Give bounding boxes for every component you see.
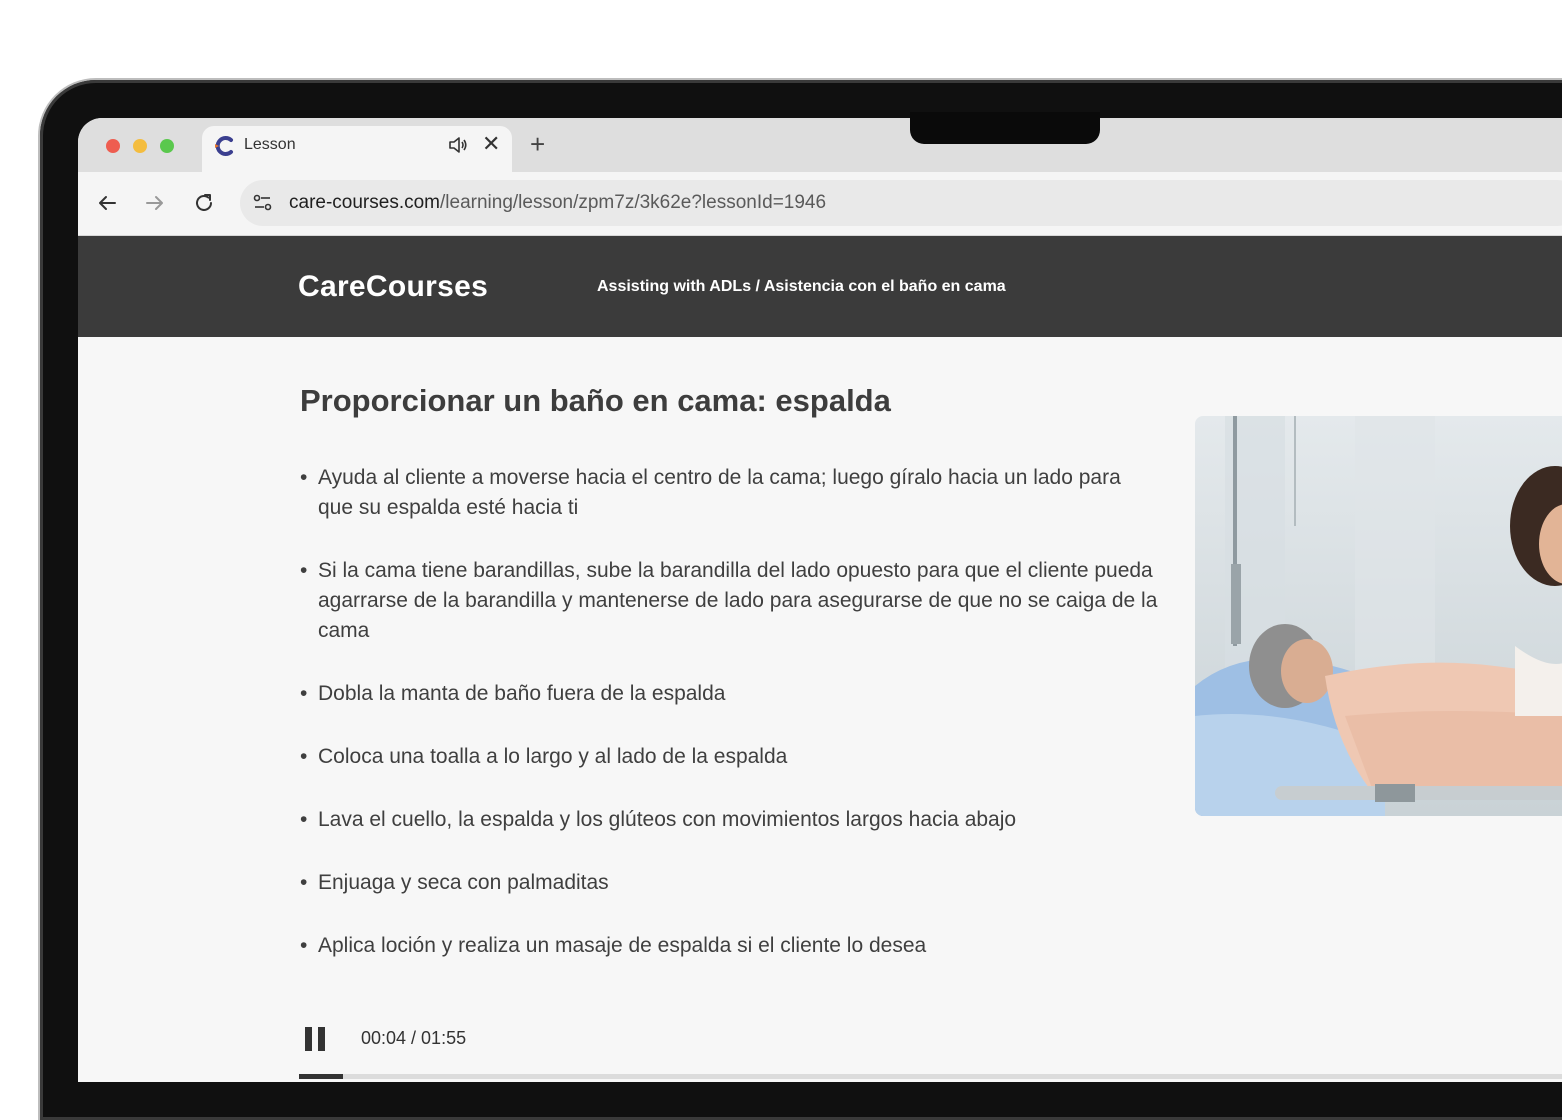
pause-icon xyxy=(305,1027,312,1051)
lesson-step: Enjuaga y seca con palmaditas xyxy=(300,868,1160,898)
lesson-photo xyxy=(1195,416,1562,816)
maximize-window-button[interactable] xyxy=(160,139,174,153)
close-tab-icon[interactable]: ✕ xyxy=(482,132,500,156)
camera-notch xyxy=(910,112,1100,144)
lesson-step: Si la cama tiene barandillas, sube la ba… xyxy=(300,556,1160,646)
caregiver-patient-illustration xyxy=(1195,416,1562,816)
forward-arrow-icon[interactable] xyxy=(144,192,166,214)
back-arrow-icon[interactable] xyxy=(96,192,118,214)
playback-progress-bar[interactable] xyxy=(299,1074,1562,1079)
carecourses-logo[interactable]: CareCourses xyxy=(298,270,488,304)
site-settings-icon[interactable] xyxy=(252,192,274,214)
url-host: care-courses.com xyxy=(289,192,440,213)
new-tab-button[interactable]: + xyxy=(530,130,545,158)
minimize-window-button[interactable] xyxy=(133,139,147,153)
lesson-step: Dobla la manta de baño fuera de la espal… xyxy=(300,679,1160,709)
lesson-step: Coloca una toalla a lo largo y al lado d… xyxy=(300,742,1160,772)
lesson-step: Ayuda al cliente a moverse hacia el cent… xyxy=(300,463,1160,523)
close-window-button[interactable] xyxy=(106,139,120,153)
tab-lesson[interactable]: Lesson ✕ xyxy=(202,126,512,172)
address-bar[interactable]: care-courses.com/learning/lesson/zpm7z/3… xyxy=(240,180,1562,226)
lesson-step: Aplica loción y realiza un masaje de esp… xyxy=(300,931,1160,961)
carecourses-favicon-icon xyxy=(215,136,233,156)
tab-title: Lesson xyxy=(244,136,296,153)
lesson-step: Lava el cuello, la espalda y los glúteos… xyxy=(300,805,1160,835)
reload-icon[interactable] xyxy=(193,192,215,214)
pause-button[interactable] xyxy=(305,1027,327,1053)
lesson-steps-list: Ayuda al cliente a moverse hacia el cent… xyxy=(300,463,1160,961)
url-text: care-courses.com/learning/lesson/zpm7z/3… xyxy=(289,192,826,214)
site-header: CareCourses Assisting with ADLs / Asiste… xyxy=(78,236,1562,337)
url-path: /learning/lesson/zpm7z/3k62e?lessonId=19… xyxy=(440,192,827,213)
tab-strip: Lesson ✕ + xyxy=(78,118,1562,172)
breadcrumb: Assisting with ADLs / Asistencia con el … xyxy=(597,278,1006,295)
lesson-title: Proporcionar un baño en cama: espalda xyxy=(300,383,891,418)
playback-progress-fill xyxy=(299,1074,344,1079)
browser-window: Lesson ✕ + care-courses.com/learning/les… xyxy=(78,118,1562,1082)
playback-time: 00:04 / 01:55 xyxy=(361,1028,467,1048)
pause-icon xyxy=(318,1027,325,1051)
speaker-icon[interactable] xyxy=(448,136,468,154)
browser-toolbar: care-courses.com/learning/lesson/zpm7z/3… xyxy=(78,172,1562,236)
